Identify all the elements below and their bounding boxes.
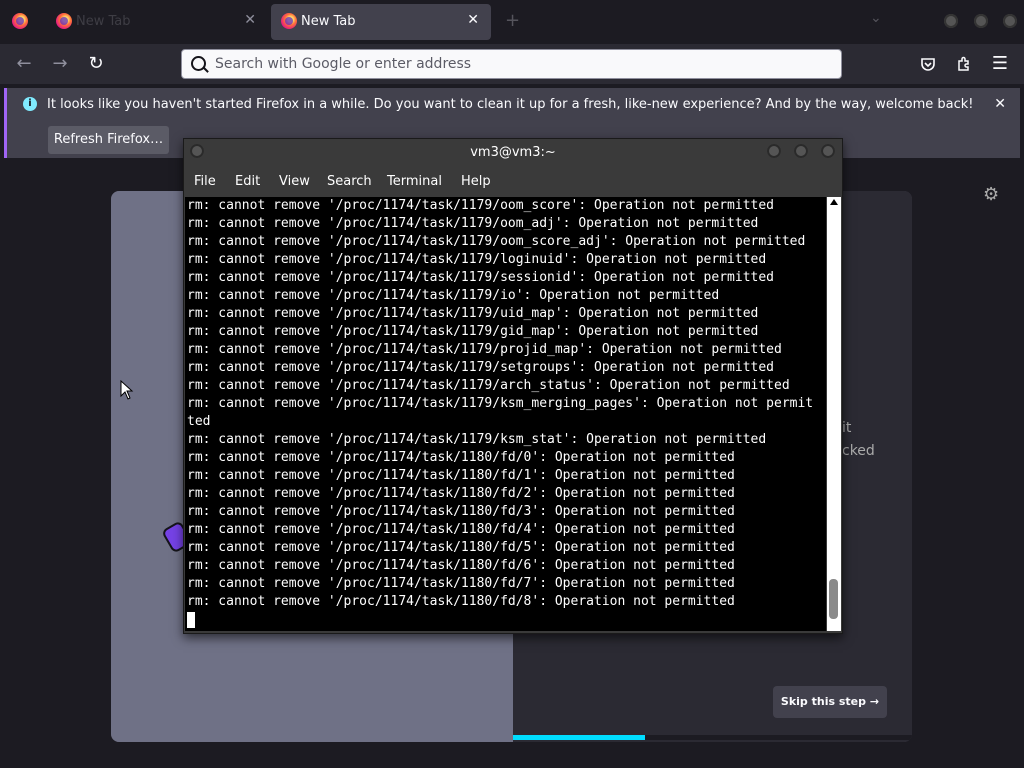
terminal-line: rm: cannot remove '/proc/1174/task/1180/…	[187, 450, 735, 465]
navigation-bar: ← → ↻ Search with Google or enter addres…	[0, 44, 1024, 84]
terminal-line: rm: cannot remove '/proc/1174/task/1180/…	[187, 576, 735, 591]
terminal-output[interactable]: rm: cannot remove '/proc/1174/task/1179/…	[185, 197, 826, 631]
menu-terminal[interactable]: Terminal	[387, 174, 442, 189]
terminal-titlebar[interactable]: vm3@vm3:~	[184, 139, 842, 167]
menu-help[interactable]: Help	[461, 174, 491, 189]
refresh-firefox-button[interactable]: Refresh Firefox…	[48, 126, 169, 154]
minimize-button[interactable]	[767, 144, 781, 158]
firefox-tab-icon	[56, 13, 72, 29]
hamburger-menu-icon[interactable]: ☰	[988, 53, 1012, 74]
mouse-cursor-icon	[120, 380, 134, 400]
terminal-cursor	[187, 612, 195, 628]
terminal-line: rm: cannot remove '/proc/1174/task/1180/…	[187, 504, 735, 519]
terminal-line: rm: cannot remove '/proc/1174/task/1180/…	[187, 468, 735, 483]
reload-icon[interactable]: ↻	[84, 53, 108, 74]
scroll-up-arrow-icon[interactable]	[830, 199, 838, 205]
terminal-window[interactable]: vm3@vm3:~ File Edit View Search Terminal…	[183, 138, 843, 634]
tab-strip: New Tab ✕ New Tab ✕ + ⌄	[0, 0, 1024, 44]
terminal-line: ted	[187, 414, 211, 429]
menu-search[interactable]: Search	[327, 174, 372, 189]
terminal-line: rm: cannot remove '/proc/1174/task/1180/…	[187, 486, 735, 501]
close-button[interactable]	[821, 144, 835, 158]
url-placeholder: Search with Google or enter address	[215, 56, 472, 72]
close-tab-icon[interactable]: ✕	[467, 12, 479, 28]
terminal-line: rm: cannot remove '/proc/1174/task/1180/…	[187, 594, 735, 609]
terminal-line: rm: cannot remove '/proc/1174/task/1180/…	[187, 540, 735, 555]
notification-message: It looks like you haven't started Firefo…	[47, 97, 974, 112]
info-icon: i	[23, 97, 37, 111]
terminal-line: rm: cannot remove '/proc/1174/task/1179/…	[187, 342, 782, 357]
settings-gear-icon[interactable]: ⚙	[983, 184, 999, 205]
scrollbar-thumb[interactable]	[829, 579, 838, 619]
firefox-icon[interactable]	[12, 13, 28, 29]
terminal-line: rm: cannot remove '/proc/1174/task/1179/…	[187, 324, 759, 339]
terminal-line: rm: cannot remove '/proc/1174/task/1180/…	[187, 558, 735, 573]
terminal-menubar: File Edit View Search Terminal Help	[184, 167, 842, 197]
firefox-tab-icon	[281, 13, 297, 29]
maximize-button[interactable]	[794, 144, 808, 158]
menu-file[interactable]: File	[194, 174, 216, 189]
terminal-scrollbar[interactable]	[827, 197, 841, 631]
url-bar[interactable]: Search with Google or enter address	[181, 49, 842, 79]
menu-view[interactable]: View	[279, 174, 310, 189]
tab-active[interactable]: New Tab ✕	[271, 4, 491, 40]
terminal-line: rm: cannot remove '/proc/1174/task/1179/…	[187, 306, 759, 321]
progress-bar	[513, 735, 912, 740]
text-fragment: cked	[842, 443, 875, 459]
close-notification-icon[interactable]: ✕	[994, 96, 1006, 112]
search-icon	[191, 56, 206, 71]
tab-inactive[interactable]: New Tab ✕	[46, 4, 268, 40]
terminal-line: rm: cannot remove '/proc/1174/task/1179/…	[187, 270, 774, 285]
terminal-line: rm: cannot remove '/proc/1174/task/1179/…	[187, 378, 790, 393]
terminal-line: rm: cannot remove '/proc/1174/task/1179/…	[187, 360, 774, 375]
pocket-icon[interactable]	[920, 56, 936, 72]
terminal-line: rm: cannot remove '/proc/1174/task/1180/…	[187, 522, 735, 537]
menu-edit[interactable]: Edit	[235, 174, 260, 189]
minimize-button[interactable]	[944, 14, 958, 28]
tab-title: New Tab	[301, 14, 356, 29]
terminal-line: rm: cannot remove '/proc/1174/task/1179/…	[187, 252, 767, 267]
terminal-line: rm: cannot remove '/proc/1174/task/1179/…	[187, 288, 720, 303]
list-tabs-chevron-icon[interactable]: ⌄	[870, 10, 882, 26]
new-tab-button[interactable]: +	[505, 10, 520, 31]
terminal-line: rm: cannot remove '/proc/1174/task/1179/…	[187, 432, 767, 447]
window-close-button[interactable]	[1003, 14, 1017, 28]
maximize-button[interactable]	[974, 14, 988, 28]
terminal-line: rm: cannot remove '/proc/1174/task/1179/…	[187, 198, 774, 213]
puzzle-icon[interactable]	[956, 56, 972, 72]
terminal-line: rm: cannot remove '/proc/1174/task/1179/…	[187, 216, 759, 231]
skip-step-button[interactable]: Skip this step →	[773, 686, 887, 718]
text-fragment: it	[842, 420, 852, 436]
close-tab-icon[interactable]: ✕	[244, 12, 256, 28]
forward-arrow-icon[interactable]: →	[48, 53, 72, 74]
terminal-line: rm: cannot remove '/proc/1174/task/1179/…	[187, 396, 814, 411]
terminal-title: vm3@vm3:~	[470, 145, 556, 160]
terminal-line: rm: cannot remove '/proc/1174/task/1179/…	[187, 234, 806, 249]
back-arrow-icon[interactable]: ←	[12, 53, 36, 74]
tab-title: New Tab	[76, 14, 131, 29]
progress-fill	[513, 735, 645, 740]
